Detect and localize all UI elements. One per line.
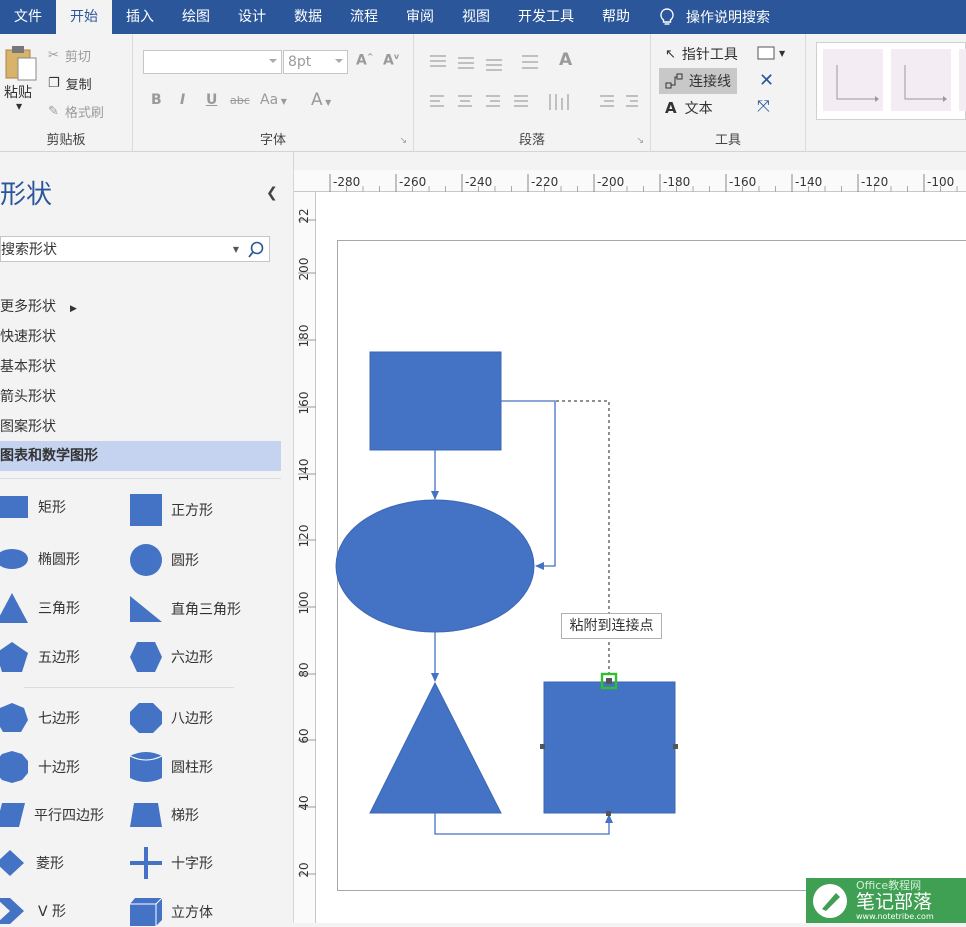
diagram-square[interactable] xyxy=(543,681,676,814)
diagram-triangle[interactable] xyxy=(369,681,502,814)
connection-point-top xyxy=(606,678,612,684)
diagram-rectangle[interactable] xyxy=(369,351,502,451)
connection-point-left[interactable] xyxy=(540,744,545,749)
watermark: Office教程网 笔记部落 www.notetribe.com xyxy=(806,878,966,923)
diagram-layer xyxy=(335,351,678,835)
snap-tooltip: 粘附到连接点 xyxy=(561,613,662,639)
connection-point-right[interactable] xyxy=(673,744,678,749)
pen-logo-icon xyxy=(813,883,847,918)
connector-triangle-to-square[interactable] xyxy=(434,813,613,835)
watermark-url: www.notetribe.com xyxy=(856,911,934,921)
watermark-brand: Office教程网 xyxy=(856,878,922,892)
watermark-title: 笔记部落 xyxy=(856,890,933,913)
diagram-ellipse[interactable] xyxy=(335,499,535,633)
connection-point-bottom[interactable] xyxy=(606,811,611,816)
